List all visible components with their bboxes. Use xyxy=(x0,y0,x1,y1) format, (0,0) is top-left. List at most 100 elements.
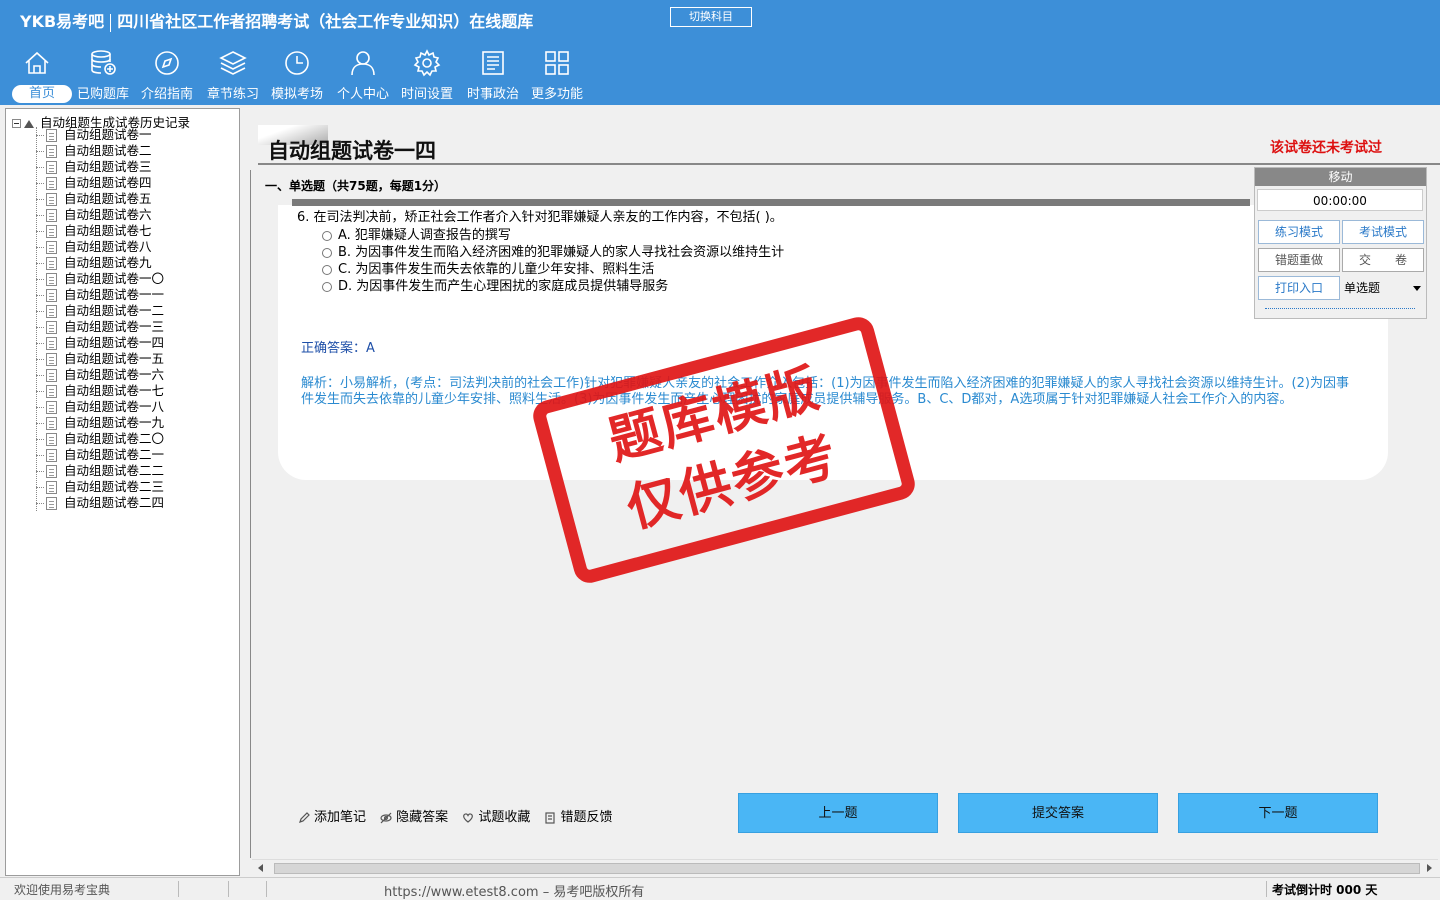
news-icon xyxy=(482,51,504,75)
tree-item-label: 自动组题试卷二一 xyxy=(64,447,165,462)
submit-paper-button[interactable]: 交 卷 xyxy=(1342,248,1424,272)
nav-more[interactable]: 更多功能 xyxy=(524,46,590,104)
scroll-left-icon[interactable] xyxy=(258,864,263,872)
section-title: 一、单选题（共75题，每题1分） xyxy=(265,179,447,193)
nav-time-settings[interactable]: 时间设置 xyxy=(394,46,460,104)
question-progress-bar xyxy=(292,199,1250,206)
tree-item[interactable]: 自动组题试卷六 xyxy=(36,207,164,223)
document-icon xyxy=(46,145,57,158)
paper-status: 该试卷还未考试过 xyxy=(1270,140,1382,156)
tree-item[interactable]: 自动组题试卷一一 xyxy=(36,287,164,303)
welcome-text: 欢迎使用易考宝典 xyxy=(14,883,111,897)
document-icon xyxy=(46,369,57,382)
exam-timer: 00:00:00 xyxy=(1257,189,1423,211)
nav-guide[interactable]: 介绍指南 xyxy=(134,46,200,104)
tree-item-label: 自动组题试卷三 xyxy=(64,159,152,174)
tree-item[interactable]: 自动组题试卷一七 xyxy=(36,383,165,399)
panel-slider[interactable] xyxy=(1265,308,1415,309)
tree-item[interactable]: 自动组题试卷一九 xyxy=(36,415,164,431)
tree-item[interactable]: 自动组题试卷一四 xyxy=(36,335,164,351)
scroll-thumb[interactable] xyxy=(274,863,1420,874)
practice-mode-button[interactable]: 练习模式 xyxy=(1258,220,1340,244)
tree-item-label: 自动组题试卷一〇 xyxy=(64,271,165,286)
nav-politics[interactable]: 时事政治 xyxy=(460,46,526,104)
exam-mode-button[interactable]: 考试模式 xyxy=(1342,220,1424,244)
document-icon xyxy=(46,161,57,174)
paper-history-tree: 自动组题生成试卷历史记录 自动组题试卷一 自动组题试卷二 自动组题试卷三 自动组题试卷… xyxy=(5,108,240,876)
correct-answer: 正确答案：A xyxy=(301,341,375,356)
tree-item[interactable]: 自动组题试卷一二 xyxy=(36,303,165,319)
status-bar: 欢迎使用易考宝典 https://www.etest8.com – 易考吧版权所… xyxy=(0,877,1440,900)
submit-answer-button[interactable]: 提交答案 xyxy=(958,793,1158,833)
grid-icon xyxy=(545,51,569,75)
tree-item-label: 自动组题试卷一七 xyxy=(64,383,165,398)
radio-icon[interactable] xyxy=(322,230,332,241)
tree-item[interactable]: 自动组题试卷一八 xyxy=(36,399,165,415)
prev-question-button[interactable]: 上一题 xyxy=(738,793,938,833)
switch-subject-button[interactable]: 切换科目 xyxy=(670,7,752,27)
tree-item-label: 自动组题试卷一八 xyxy=(64,399,165,414)
print-button[interactable]: 打印入口 xyxy=(1258,276,1340,300)
clock-icon xyxy=(285,51,309,75)
add-note-button[interactable]: 添加笔记 xyxy=(298,810,366,825)
document-icon xyxy=(46,321,57,334)
move-handle[interactable]: 移动 xyxy=(1255,168,1426,186)
tree-item-label: 自动组题试卷七 xyxy=(64,223,152,238)
favorite-button[interactable]: 试题收藏 xyxy=(462,810,530,825)
tree-item[interactable]: 自动组题试卷一五 xyxy=(36,351,164,367)
redo-wrong-button[interactable]: 错题重做 xyxy=(1258,248,1340,272)
question-type-select[interactable]: 单选题 xyxy=(1341,276,1425,300)
hide-answer-button[interactable]: 隐藏答案 xyxy=(380,810,448,825)
tree-item[interactable]: 自动组题试卷二二 xyxy=(36,463,165,479)
document-icon xyxy=(46,337,57,350)
tree-item[interactable]: 自动组题试卷二 xyxy=(36,143,164,159)
tree-item-label: 自动组题试卷二二 xyxy=(64,463,165,478)
tree-item-label: 自动组题试卷四 xyxy=(64,175,152,190)
next-question-button[interactable]: 下一题 xyxy=(1178,793,1378,833)
tree-item[interactable]: 自动组题试卷二〇 xyxy=(36,431,165,447)
tree-item[interactable]: 自动组题试卷九 xyxy=(36,255,164,271)
nav-purchased[interactable]: 已购题库 xyxy=(70,46,136,104)
document-icon xyxy=(46,449,57,462)
feedback-button[interactable]: 错题反馈 xyxy=(544,810,612,825)
radio-icon[interactable] xyxy=(322,264,332,275)
nav-home[interactable]: 首页 xyxy=(4,46,72,104)
radio-icon[interactable] xyxy=(322,281,332,292)
collapse-icon[interactable] xyxy=(12,119,21,128)
horizontal-scrollbar[interactable] xyxy=(252,859,1438,876)
copyright-text: https://www.etest8.com – 易考吧版权所有 xyxy=(384,885,645,900)
scroll-right-icon[interactable] xyxy=(1427,864,1432,872)
tree-item[interactable]: 自动组题试卷四 xyxy=(36,175,164,191)
tree-item[interactable]: 自动组题试卷八 xyxy=(36,239,164,255)
paper-title-bar: 自动组题试卷一四 该试卷还未考试过 xyxy=(258,125,1440,165)
tree-item-label: 自动组题试卷五 xyxy=(64,191,152,206)
tree-item[interactable]: 自动组题试卷二三 xyxy=(36,479,164,495)
tree-item-label: 自动组题试卷六 xyxy=(64,207,152,222)
nav-chapter[interactable]: 章节练习 xyxy=(200,46,266,104)
tree-item[interactable]: 自动组题试卷五 xyxy=(36,191,164,207)
option-d[interactable]: D. 为因事件发生而产生心理困扰的家庭成员提供辅导服务 xyxy=(322,275,668,294)
nav-mock-exam[interactable]: 模拟考场 xyxy=(264,46,330,104)
user-icon xyxy=(351,51,375,76)
tree-item-label: 自动组题试卷二四 xyxy=(64,495,165,510)
tree-item[interactable]: 自动组题试卷一六 xyxy=(36,367,164,383)
database-icon xyxy=(91,50,116,75)
document-icon xyxy=(46,257,57,270)
tree-item-label: 自动组题试卷二〇 xyxy=(64,431,165,446)
radio-icon[interactable] xyxy=(322,247,332,258)
nav-profile[interactable]: 个人中心 xyxy=(330,46,396,104)
tree-item[interactable]: 自动组题试卷一〇 xyxy=(36,271,165,287)
document-icon xyxy=(46,497,57,510)
tree-item[interactable]: 自动组题试卷三 xyxy=(36,159,164,175)
tree-list: 自动组题试卷一 自动组题试卷二 自动组题试卷三 自动组题试卷四 自动组题试卷五 自动组题试… xyxy=(36,127,165,511)
tree-item[interactable]: 自动组题试卷二四 xyxy=(36,495,165,511)
document-icon xyxy=(46,273,57,286)
tree-item[interactable]: 自动组题试卷一 xyxy=(36,127,164,143)
tree-item-label: 自动组题试卷一二 xyxy=(64,303,165,318)
document-icon xyxy=(46,417,57,430)
tree-item[interactable]: 自动组题试卷七 xyxy=(36,223,164,239)
tree-item-label: 自动组题试卷一三 xyxy=(64,319,165,334)
tree-item[interactable]: 自动组题试卷一三 xyxy=(36,319,165,335)
tree-item[interactable]: 自动组题试卷二一 xyxy=(36,447,165,463)
document-icon xyxy=(46,401,57,414)
